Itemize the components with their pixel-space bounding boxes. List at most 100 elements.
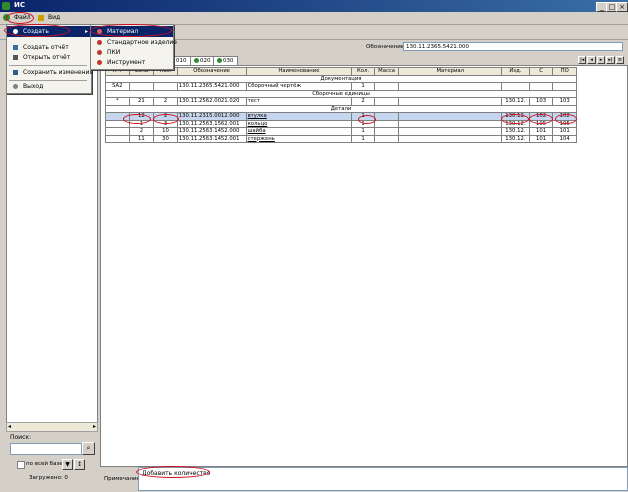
cell-c[interactable] — [528, 82, 554, 91]
cell-name[interactable]: стержень — [245, 134, 353, 143]
col-po[interactable]: ПО — [552, 67, 577, 76]
section-title: Сборочные единицы — [105, 89, 577, 98]
cell-izd[interactable]: 130.12. — [501, 127, 530, 136]
cell-kt[interactable] — [105, 127, 130, 136]
cell-po[interactable]: 103 — [552, 97, 577, 106]
cell-material[interactable] — [398, 112, 503, 121]
cell-po[interactable] — [552, 82, 577, 91]
nav-last-icon[interactable]: ▸| — [606, 56, 615, 64]
col-izd[interactable]: Изд. — [501, 67, 530, 76]
cell-designation[interactable]: 130.11.2562.0021.020 — [176, 97, 247, 106]
title-bar: ИС _ □ × — [0, 0, 628, 12]
cell-name[interactable]: втулка — [245, 112, 353, 121]
table-row[interactable]: 2 10 130.11.2563.1452.000 шайба 1 130.12. 101 1… — [105, 127, 577, 136]
annotation-zone — [123, 114, 151, 124]
cell-zone[interactable] — [128, 82, 155, 91]
cell-mass[interactable] — [373, 112, 400, 121]
cell-pos[interactable]: 10 — [153, 127, 178, 136]
col-name[interactable]: Наименование — [245, 67, 353, 76]
cell-zone[interactable]: 21 — [128, 97, 155, 106]
cell-kt[interactable] — [105, 134, 130, 143]
cell-name[interactable]: тест — [245, 97, 353, 106]
cell-material[interactable] — [398, 119, 503, 128]
cell-zone[interactable]: 2 — [128, 127, 155, 136]
cell-mass[interactable] — [373, 134, 400, 143]
notes-label: Примечание: — [104, 476, 142, 482]
cell-designation[interactable]: 130.11.2563.1562.001 — [176, 119, 247, 128]
file-menu-highlight — [6, 12, 34, 24]
cell-name[interactable]: шайба — [245, 127, 353, 136]
nav-menu-icon[interactable]: ≡ — [615, 56, 625, 64]
cell-material[interactable] — [398, 97, 503, 106]
cell-izd[interactable]: 130.12. — [501, 97, 530, 106]
nav-first-icon[interactable]: |◂ — [578, 56, 587, 64]
menu-item-exit[interactable]: Выход — [7, 81, 91, 92]
left-panel: ◂ ▸ Поиск: ⌕ по всей базе ▼ ↕ Загружено:… — [0, 40, 98, 492]
cell-name[interactable]: кольцо — [245, 119, 353, 128]
cell-mass[interactable] — [373, 97, 400, 106]
cell-qty[interactable]: 1 — [351, 127, 375, 136]
col-designation[interactable]: Обозначение — [176, 67, 247, 76]
all-bases-checkbox[interactable] — [17, 461, 25, 469]
cell-pos[interactable]: 30 — [153, 134, 178, 143]
close-icon[interactable]: × — [616, 2, 628, 12]
section-header: Документация — [105, 74, 577, 83]
cell-kt[interactable]: * — [105, 97, 130, 106]
cell-material[interactable] — [398, 134, 503, 143]
window-title: ИС — [14, 1, 25, 9]
dropdown-icon[interactable]: ▼ — [62, 459, 73, 470]
cell-designation[interactable]: 130.11.2563.1452.000 — [176, 127, 247, 136]
nav-next-icon[interactable]: ▸ — [596, 56, 606, 64]
search-input[interactable] — [10, 443, 82, 455]
cell-material[interactable] — [398, 127, 503, 136]
cell-po[interactable]: 101 — [552, 127, 577, 136]
table-header: К-т Зона Поз. Обозначение Наименование К… — [105, 67, 577, 76]
menu-view[interactable]: Вид — [46, 13, 62, 23]
cell-izd[interactable] — [501, 82, 530, 91]
submenu-item-tool[interactable]: Инструмент — [91, 57, 173, 68]
cell-designation[interactable]: 130.11.2365.5421.000 — [176, 82, 247, 91]
menu-item-open-report[interactable]: Открыть отчёт — [7, 52, 91, 63]
scroll-left-icon[interactable]: ◂ — [8, 423, 11, 430]
cell-designation[interactable]: 130.11.2563.1452.001 — [176, 134, 247, 143]
exit-icon — [13, 84, 18, 89]
cell-mass[interactable] — [373, 127, 400, 136]
col-mass[interactable]: Масса — [373, 67, 400, 76]
scroll-right-icon[interactable]: ▸ — [93, 423, 96, 430]
col-qty[interactable]: Кол. — [351, 67, 375, 76]
cell-qty[interactable]: 1 — [351, 82, 375, 91]
cell-pos[interactable] — [153, 82, 178, 91]
notes-field[interactable]: Добавить количество — [138, 467, 628, 491]
cell-designation[interactable]: 130.11.2315.0012.000 — [176, 112, 247, 121]
cell-material[interactable] — [398, 82, 503, 91]
tab-icon — [194, 58, 199, 63]
cell-po[interactable]: 104 — [552, 134, 577, 143]
cell-mass[interactable] — [373, 82, 400, 91]
view-menu-icon — [38, 15, 44, 21]
cell-c[interactable]: 101 — [528, 127, 554, 136]
cell-izd[interactable]: 130.12. — [501, 134, 530, 143]
col-material[interactable]: Материал — [398, 67, 503, 76]
cell-pos[interactable]: 2 — [153, 97, 178, 106]
table-row[interactable]: 11 30 130.11.2563.1452.001 стержень 1 130.12.… — [105, 134, 577, 143]
tree-view[interactable] — [6, 44, 98, 430]
nav-prev-icon[interactable]: ◂ — [587, 56, 596, 64]
menu-item-save[interactable]: Сохранить изменения — [7, 67, 93, 78]
cell-c[interactable]: 103 — [528, 97, 554, 106]
cell-c[interactable]: 101 — [528, 134, 554, 143]
table-row[interactable]: SA2 130.11.2365.5421.000 Сборочный чертёж 1 — [105, 82, 577, 91]
cell-zone[interactable]: 11 — [128, 134, 155, 143]
search-icon[interactable]: ⌕ — [82, 442, 95, 455]
horizontal-scrollbar[interactable]: ◂ ▸ — [6, 422, 98, 432]
table-row[interactable]: * 21 2 130.11.2562.0021.020 тест 2 130.12. 103 1… — [105, 97, 577, 106]
col-c[interactable]: С — [528, 67, 554, 76]
designation-field[interactable]: 130.11.2365.5421.000 — [403, 42, 623, 51]
cell-qty[interactable]: 1 — [351, 134, 375, 143]
cell-name[interactable]: Сборочный чертёж — [245, 82, 353, 91]
cell-qty[interactable]: 2 — [351, 97, 375, 106]
annotation-izd — [501, 114, 529, 124]
cell-mass[interactable] — [373, 119, 400, 128]
section-header: Детали — [105, 104, 577, 113]
sort-icon[interactable]: ↕ — [74, 459, 85, 470]
cell-kt[interactable]: SA2 — [105, 82, 130, 91]
